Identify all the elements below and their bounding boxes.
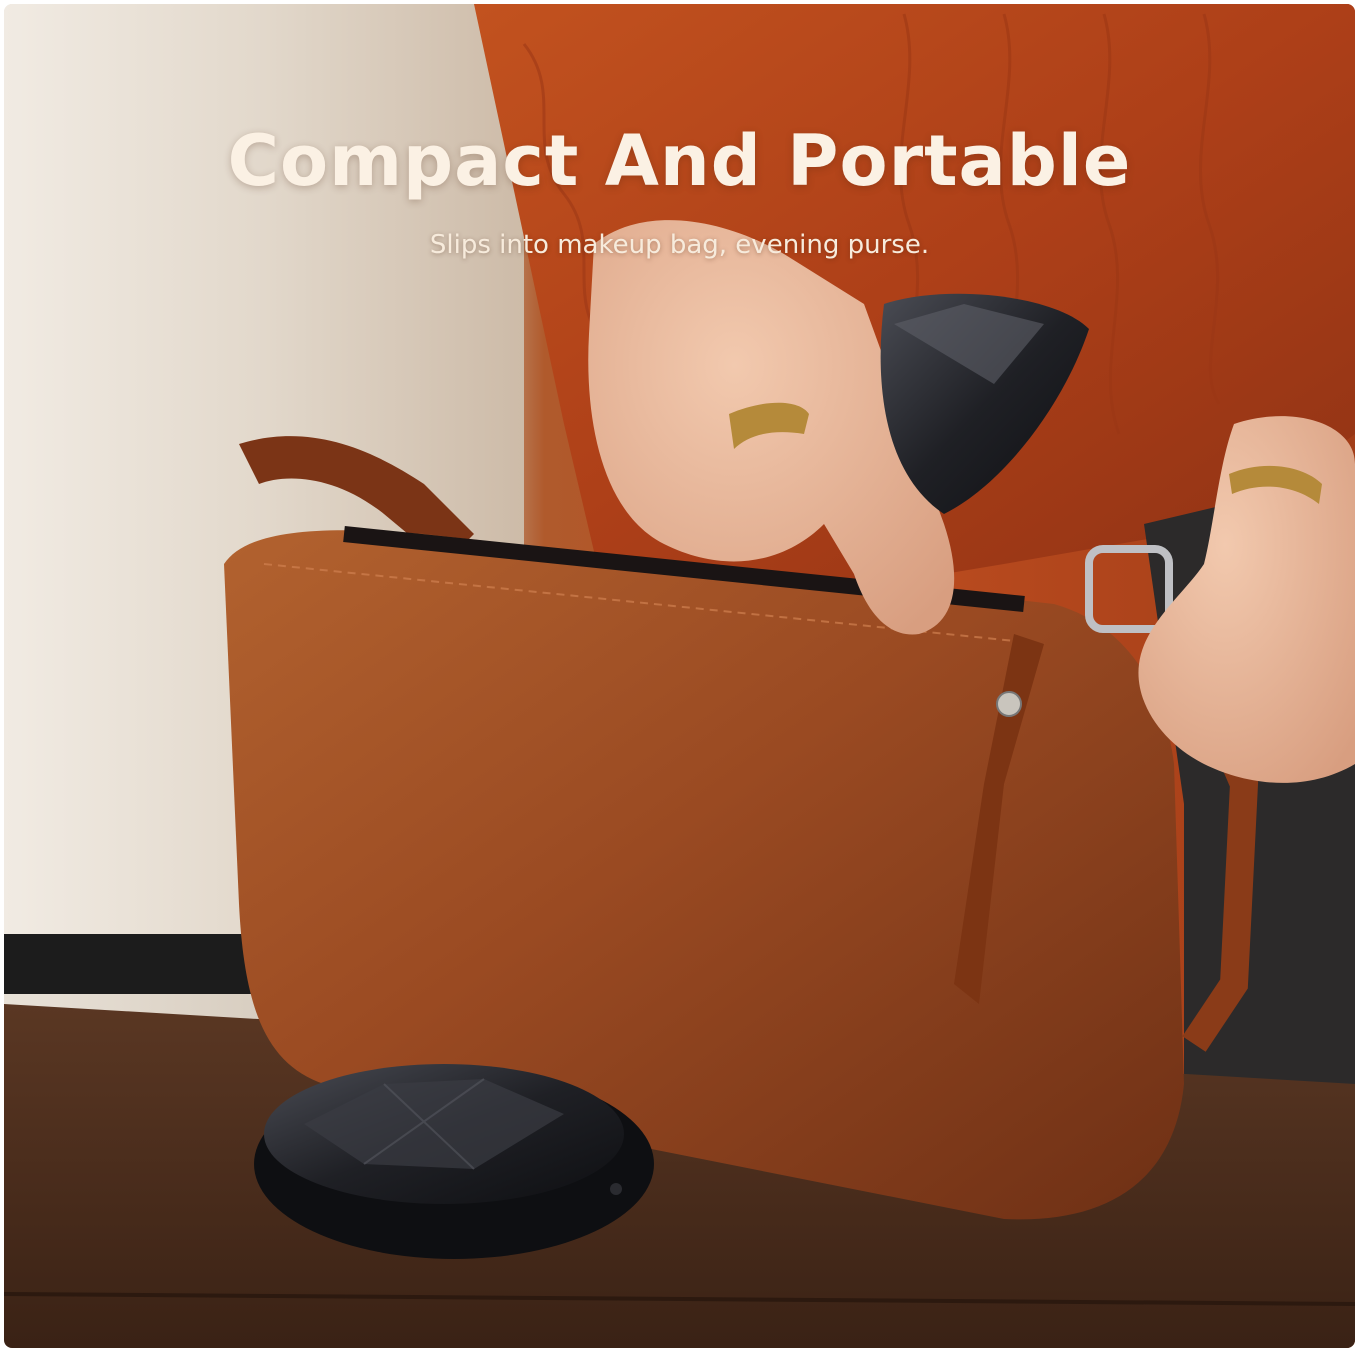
product-image-frame: Compact And Portable Slips into makeup b… bbox=[4, 4, 1355, 1348]
scene-illustration bbox=[4, 4, 1355, 1348]
snap-button bbox=[996, 691, 1022, 717]
page-subtitle: Slips into makeup bag, evening purse. bbox=[429, 230, 930, 260]
page-title: Compact And Portable bbox=[227, 120, 1132, 202]
